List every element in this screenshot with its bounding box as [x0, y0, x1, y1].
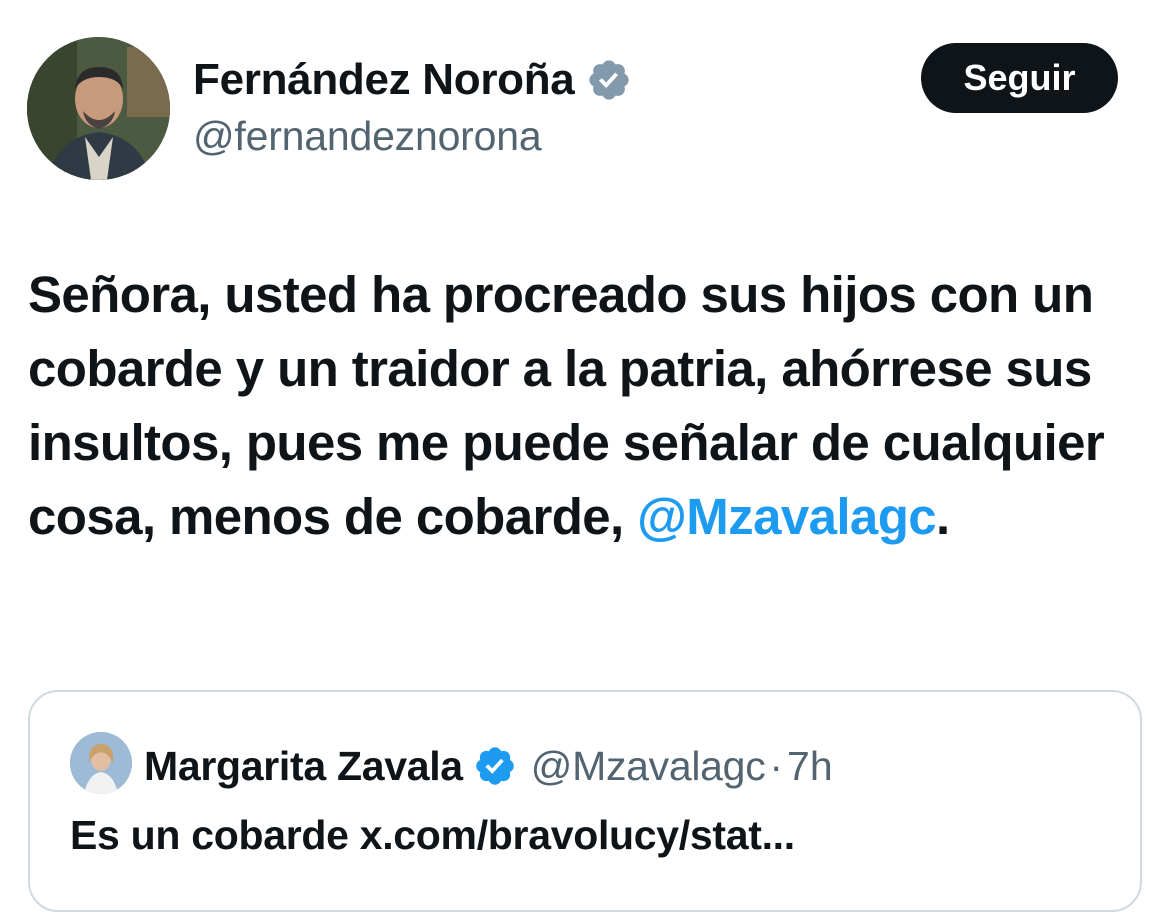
- quoted-author-avatar-image: [70, 732, 132, 794]
- tweet-text: Señora, usted ha procreado sus hijos con…: [28, 258, 1138, 554]
- separator-dot: ·: [769, 742, 784, 789]
- author-avatar[interactable]: [27, 37, 170, 180]
- tweet-text-end: .: [936, 488, 950, 545]
- author-avatar-image: [27, 37, 170, 180]
- author-display-name[interactable]: Fernández Noroña: [193, 55, 575, 105]
- follow-button[interactable]: Seguir: [921, 43, 1118, 113]
- quoted-author-avatar[interactable]: [70, 732, 132, 794]
- author-name-row: Fernández Noroña: [193, 52, 632, 108]
- mention-link[interactable]: @Mzavalagc: [637, 488, 936, 545]
- quoted-tweet[interactable]: Margarita Zavala @Mzavalagc · 7h Es un c…: [28, 690, 1142, 912]
- verified-badge-icon: [473, 744, 517, 788]
- author-handle[interactable]: @fernandeznorona: [193, 113, 542, 160]
- quoted-timestamp[interactable]: 7h: [787, 743, 833, 790]
- quoted-header: Margarita Zavala @Mzavalagc · 7h: [144, 740, 833, 792]
- quoted-handle[interactable]: @Mzavalagc: [531, 743, 766, 790]
- verified-badge-icon: [586, 57, 632, 103]
- quoted-display-name[interactable]: Margarita Zavala: [144, 743, 463, 790]
- quoted-tweet-text: Es un cobarde x.com/bravolucy/stat...: [70, 812, 795, 858]
- tweet-card: Fernández Noroña @fernandeznorona Seguir…: [0, 0, 1170, 912]
